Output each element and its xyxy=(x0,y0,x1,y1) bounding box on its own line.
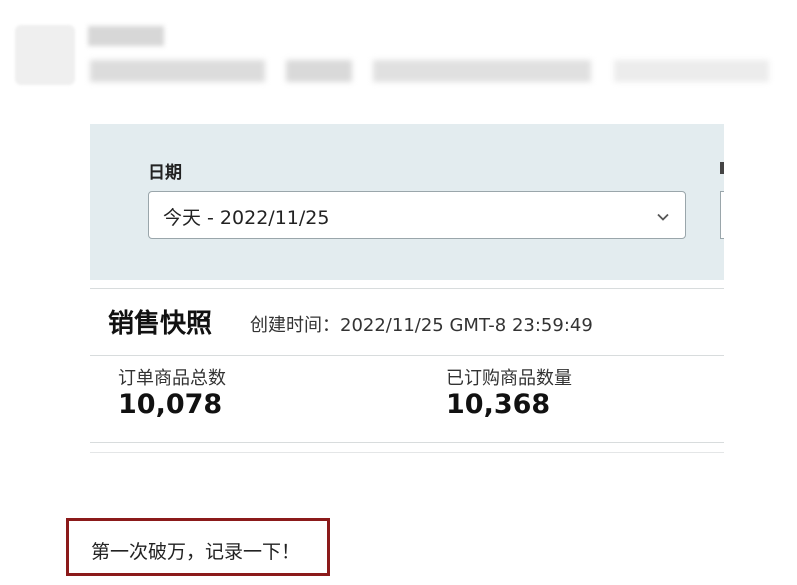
chevron-down-icon xyxy=(657,213,669,221)
metric-units-ordered: 已订购商品数量 10,368 xyxy=(446,368,572,420)
post-text-redacted xyxy=(614,60,769,82)
post-text-redacted xyxy=(286,60,352,82)
metric-value: 10,368 xyxy=(446,389,551,420)
metric-total-order-items: 订单商品总数 10,078 xyxy=(118,368,226,420)
caption-highlight-box: 第一次破万，记录一下！ xyxy=(66,518,330,576)
divider xyxy=(90,442,724,443)
cut-off-filter-label xyxy=(720,162,724,174)
date-filter-label: 日期 xyxy=(148,163,182,183)
author-name-redacted xyxy=(88,26,164,46)
post-text-redacted xyxy=(90,60,265,82)
post-caption: 第一次破万，记录一下！ xyxy=(91,541,301,563)
sales-snapshot-title: 销售快照 xyxy=(108,309,213,339)
sales-report-screenshot[interactable]: 日期 今天 - 2022/11/25 销售快照 创建时间：2022/11/25 … xyxy=(90,124,724,456)
divider xyxy=(90,452,724,453)
date-range-value: 今天 - 2022/11/25 xyxy=(163,207,330,229)
metric-value: 10,078 xyxy=(118,389,223,420)
metric-label: 订单商品总数 xyxy=(118,368,226,389)
metric-label: 已订购商品数量 xyxy=(446,368,572,389)
author-avatar[interactable] xyxy=(15,25,75,85)
snapshot-created-time: 创建时间：2022/11/25 GMT-8 23:59:49 xyxy=(250,315,593,336)
cut-off-filter-select[interactable] xyxy=(720,191,724,239)
sales-snapshot-header: 销售快照 创建时间：2022/11/25 GMT-8 23:59:49 xyxy=(90,288,724,356)
date-filter-panel: 日期 今天 - 2022/11/25 xyxy=(90,124,724,280)
post-text-redacted xyxy=(373,60,591,82)
date-range-select[interactable]: 今天 - 2022/11/25 xyxy=(148,191,686,239)
